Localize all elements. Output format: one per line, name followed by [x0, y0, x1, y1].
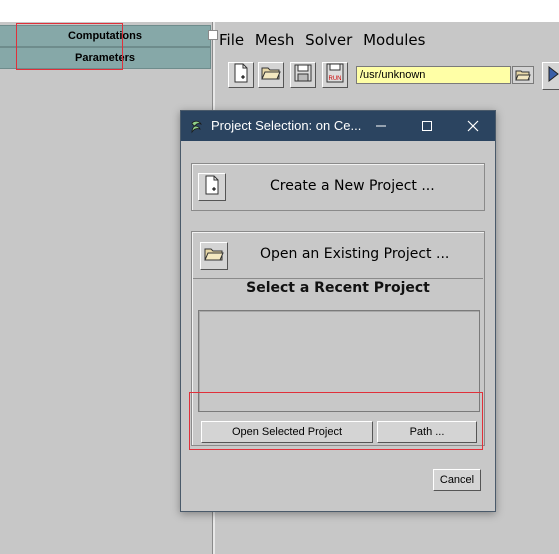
- dialog-title-bar[interactable]: Project Selection: on Ce...: [181, 111, 495, 141]
- app-icon: [189, 119, 205, 135]
- close-button[interactable]: [451, 111, 495, 141]
- svg-text:RUN: RUN: [329, 76, 342, 82]
- create-project-label[interactable]: Create a New Project ...: [270, 178, 435, 194]
- toolbar: RUN /usr/unknown: [216, 58, 559, 94]
- minimize-icon: [375, 117, 387, 136]
- menu-file[interactable]: File: [216, 28, 247, 52]
- open-project-label[interactable]: Open an Existing Project ...: [260, 246, 449, 262]
- path-input[interactable]: /usr/unknown: [356, 66, 511, 84]
- open-selected-project-button[interactable]: Open Selected Project: [201, 421, 373, 443]
- dialog-title: Project Selection: on Ce...: [211, 118, 362, 133]
- run-button[interactable]: RUN: [322, 62, 348, 88]
- project-selection-dialog: Project Selection: on Ce... Create a New…: [180, 110, 496, 512]
- section-divider: [193, 278, 483, 279]
- computations-button[interactable]: Computations: [0, 25, 211, 47]
- play-button[interactable]: [542, 62, 559, 90]
- open-folder-icon: [261, 65, 281, 85]
- open-project-section: Open an Existing Project ... Select a Re…: [191, 231, 485, 446]
- minimize-button[interactable]: [359, 111, 403, 141]
- menu-modules[interactable]: Modules: [360, 28, 428, 52]
- play-icon: [547, 65, 559, 86]
- folder-browse-icon: [515, 66, 531, 85]
- save-icon: [294, 64, 312, 86]
- open-folder-icon: [204, 246, 224, 266]
- path-browse-button[interactable]: [512, 66, 534, 84]
- top-strip: [0, 0, 559, 22]
- new-project-button[interactable]: [228, 62, 254, 88]
- maximize-icon: [421, 117, 433, 136]
- menu-solver[interactable]: Solver: [302, 28, 355, 52]
- open-project-icon-button[interactable]: [200, 242, 228, 270]
- cancel-button[interactable]: Cancel: [433, 469, 481, 491]
- maximize-button[interactable]: [405, 111, 449, 141]
- new-project-icon: [203, 175, 221, 199]
- parameters-button[interactable]: Parameters: [0, 47, 211, 69]
- menu-mesh[interactable]: Mesh: [252, 28, 298, 52]
- open-folder-button[interactable]: [258, 62, 284, 88]
- recent-project-list[interactable]: [198, 310, 480, 412]
- create-project-section[interactable]: Create a New Project ...: [191, 163, 485, 211]
- new-project-icon: [232, 63, 250, 87]
- create-project-icon-button[interactable]: [198, 173, 226, 201]
- menu-bar: File Mesh Solver Modules: [216, 28, 559, 52]
- close-icon: [467, 117, 479, 136]
- run-icon: RUN: [325, 63, 345, 87]
- save-button[interactable]: [290, 62, 316, 88]
- recent-project-heading: Select a Recent Project: [246, 280, 430, 296]
- path-button[interactable]: Path ...: [377, 421, 477, 443]
